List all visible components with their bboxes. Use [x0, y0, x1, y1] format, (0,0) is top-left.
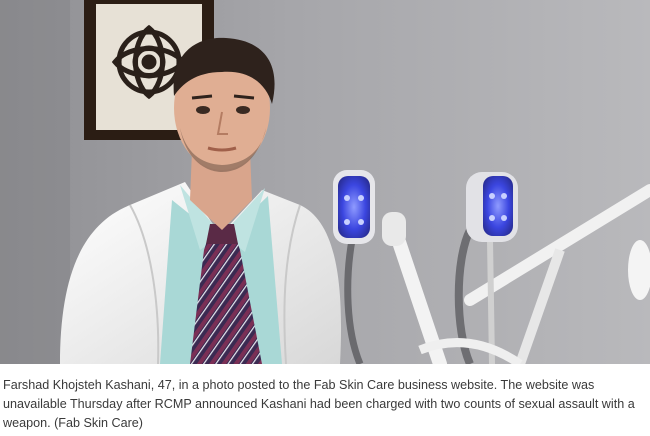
photo-illustration — [0, 0, 650, 364]
news-figure: Farshad Khojsteh Kashani, 47, in a photo… — [0, 0, 650, 436]
news-photo — [0, 0, 650, 364]
photo-caption: Farshad Khojsteh Kashani, 47, in a photo… — [3, 378, 635, 430]
